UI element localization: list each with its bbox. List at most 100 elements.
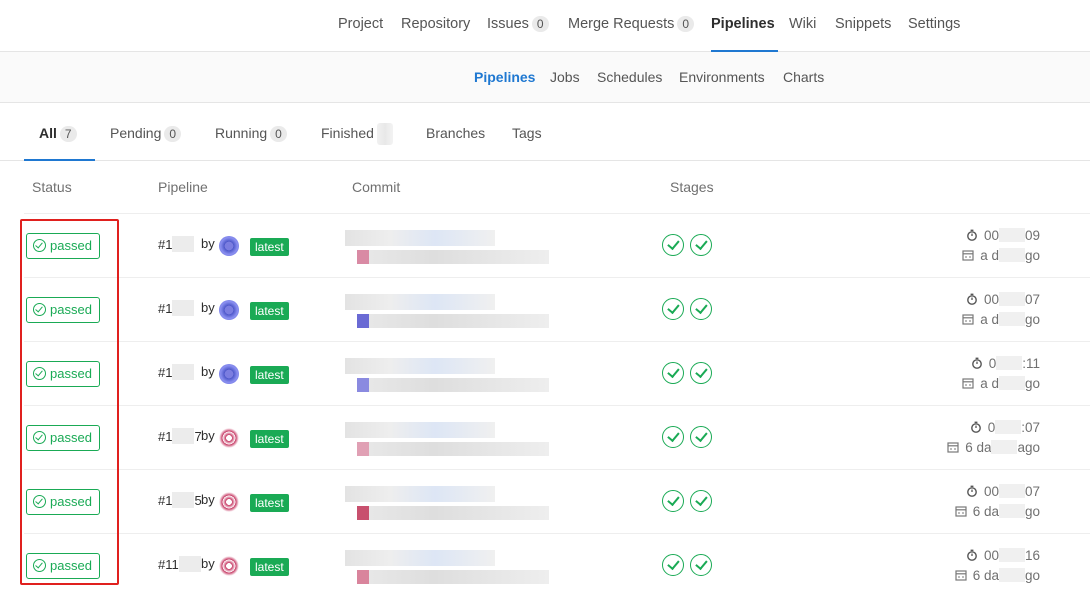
pipeline-by-label: by <box>201 556 215 571</box>
finished-at: 6 da go <box>900 566 1040 586</box>
pipeline-id-prefix: #1 <box>158 493 173 508</box>
nav-snippets[interactable]: Snippets <box>835 0 891 52</box>
subnav-pipelines[interactable]: Pipelines <box>474 52 535 103</box>
finished-at: 6 da go <box>900 502 1040 522</box>
stage-passed-icon[interactable] <box>690 554 712 576</box>
avatar[interactable] <box>219 556 239 576</box>
status-badge-passed[interactable]: passed <box>26 489 100 515</box>
finished-at: a d go <box>900 310 1040 330</box>
status-text: passed <box>50 430 92 445</box>
commit-info-redacted[interactable] <box>345 228 551 268</box>
status-badge-passed[interactable]: passed <box>26 553 100 579</box>
tab-tags[interactable]: Tags <box>512 103 542 161</box>
commit-title-redacted <box>357 442 549 456</box>
pipeline-id-link[interactable]: #1 5 <box>158 492 202 508</box>
column-header-stages: Stages <box>670 179 714 195</box>
avatar[interactable] <box>219 236 239 256</box>
commit-info-redacted[interactable] <box>345 420 551 460</box>
latest-badge: latest <box>250 558 289 576</box>
tab-running-label: Running <box>215 125 268 141</box>
nav-issues-label: Issues <box>487 16 529 32</box>
pipeline-timing: 0:07 6 da ago <box>900 418 1040 458</box>
status-text: passed <box>50 558 92 573</box>
column-header-commit: Commit <box>352 179 401 195</box>
finished-suffix: go <box>1024 568 1040 583</box>
nav-pipelines[interactable]: Pipelines <box>711 0 778 52</box>
pipeline-id-link[interactable]: #1 <box>158 364 195 380</box>
commit-author-avatar <box>357 378 369 392</box>
commit-title-redacted <box>357 314 549 328</box>
table-row: passed #11 by latest 00 16 6 da go <box>0 534 1090 598</box>
avatar[interactable] <box>219 428 239 448</box>
commit-info-redacted[interactable] <box>345 356 551 396</box>
duration: 00 07 <box>900 482 1040 502</box>
table-row: passed #1 5 by latest 00 07 6 da go <box>0 470 1090 534</box>
stage-passed-icon[interactable] <box>662 490 684 512</box>
subnav-schedules[interactable]: Schedules <box>597 52 662 103</box>
duration: 00 07 <box>900 290 1040 310</box>
status-text: passed <box>50 494 92 509</box>
project-nav: Project Repository Issues 0 Merge Request… <box>0 0 1090 52</box>
latest-badge: latest <box>250 494 289 512</box>
stage-passed-icon[interactable] <box>690 362 712 384</box>
tab-pending[interactable]: Pending 0 <box>110 103 182 161</box>
calendar-icon <box>955 506 967 517</box>
tab-branches[interactable]: Branches <box>426 103 485 161</box>
nav-issues[interactable]: Issues 0 <box>487 0 549 52</box>
stage-passed-icon[interactable] <box>690 234 712 256</box>
commit-title-redacted <box>357 570 549 584</box>
nav-project[interactable]: Project <box>338 0 383 52</box>
nav-repository[interactable]: Repository <box>401 0 470 52</box>
tab-all[interactable]: All 7 <box>24 103 95 161</box>
duration-redacted <box>996 356 1023 370</box>
commit-author-avatar <box>357 314 369 328</box>
stage-passed-icon[interactable] <box>690 298 712 320</box>
status-badge-passed[interactable]: passed <box>26 297 100 323</box>
nav-merge-requests-label: Merge Requests <box>568 16 675 32</box>
status-badge-passed[interactable]: passed <box>26 361 100 387</box>
nav-settings[interactable]: Settings <box>908 0 960 52</box>
avatar[interactable] <box>219 492 239 512</box>
subnav-environments[interactable]: Environments <box>679 52 765 103</box>
tab-running[interactable]: Running 0 <box>215 103 287 161</box>
pipeline-id-link[interactable]: #11 <box>158 556 201 572</box>
nav-wiki[interactable]: Wiki <box>789 0 816 52</box>
finished-prefix: 6 da <box>972 568 999 583</box>
subnav-jobs[interactable]: Jobs <box>550 52 580 103</box>
stage-passed-icon[interactable] <box>690 426 712 448</box>
commit-info-redacted[interactable] <box>345 292 551 332</box>
merge-requests-count-badge: 0 <box>677 16 695 32</box>
scope-tabs: All 7 Pending 0 Running 0 Finished Branches… <box>0 103 1090 161</box>
duration-suffix: :07 <box>1021 420 1040 435</box>
finished-redacted <box>998 568 1025 582</box>
avatar[interactable] <box>219 300 239 320</box>
pipeline-id-link[interactable]: #1 <box>158 300 195 316</box>
pipeline-id-link[interactable]: #1 <box>158 236 195 252</box>
commit-info-redacted[interactable] <box>345 548 551 588</box>
pipeline-id-redacted <box>172 300 195 316</box>
nav-merge-requests[interactable]: Merge Requests 0 <box>568 0 695 52</box>
duration: 0:11 <box>900 354 1040 374</box>
table-row: passed #1 by latest 00 09 a d go <box>0 214 1090 278</box>
finished-redacted <box>998 248 1025 262</box>
stage-passed-icon[interactable] <box>690 490 712 512</box>
commit-ref-redacted <box>345 358 495 374</box>
stage-passed-icon[interactable] <box>662 362 684 384</box>
subnav-charts[interactable]: Charts <box>783 52 824 103</box>
status-text: passed <box>50 302 92 317</box>
stage-passed-icon[interactable] <box>662 426 684 448</box>
status-badge-passed[interactable]: passed <box>26 425 100 451</box>
pipeline-id-prefix: #1 <box>158 429 173 444</box>
stage-passed-icon[interactable] <box>662 298 684 320</box>
stage-passed-icon[interactable] <box>662 554 684 576</box>
stopwatch-icon <box>970 421 981 433</box>
stage-passed-icon[interactable] <box>662 234 684 256</box>
avatar[interactable] <box>219 364 239 384</box>
tab-finished[interactable]: Finished <box>321 103 393 161</box>
finished-suffix: go <box>1024 312 1040 327</box>
finished-suffix: go <box>1024 504 1040 519</box>
pipeline-id-link[interactable]: #1 7 <box>158 428 202 444</box>
pipeline-id-prefix: #1 <box>158 365 173 380</box>
status-badge-passed[interactable]: passed <box>26 233 100 259</box>
commit-info-redacted[interactable] <box>345 484 551 524</box>
